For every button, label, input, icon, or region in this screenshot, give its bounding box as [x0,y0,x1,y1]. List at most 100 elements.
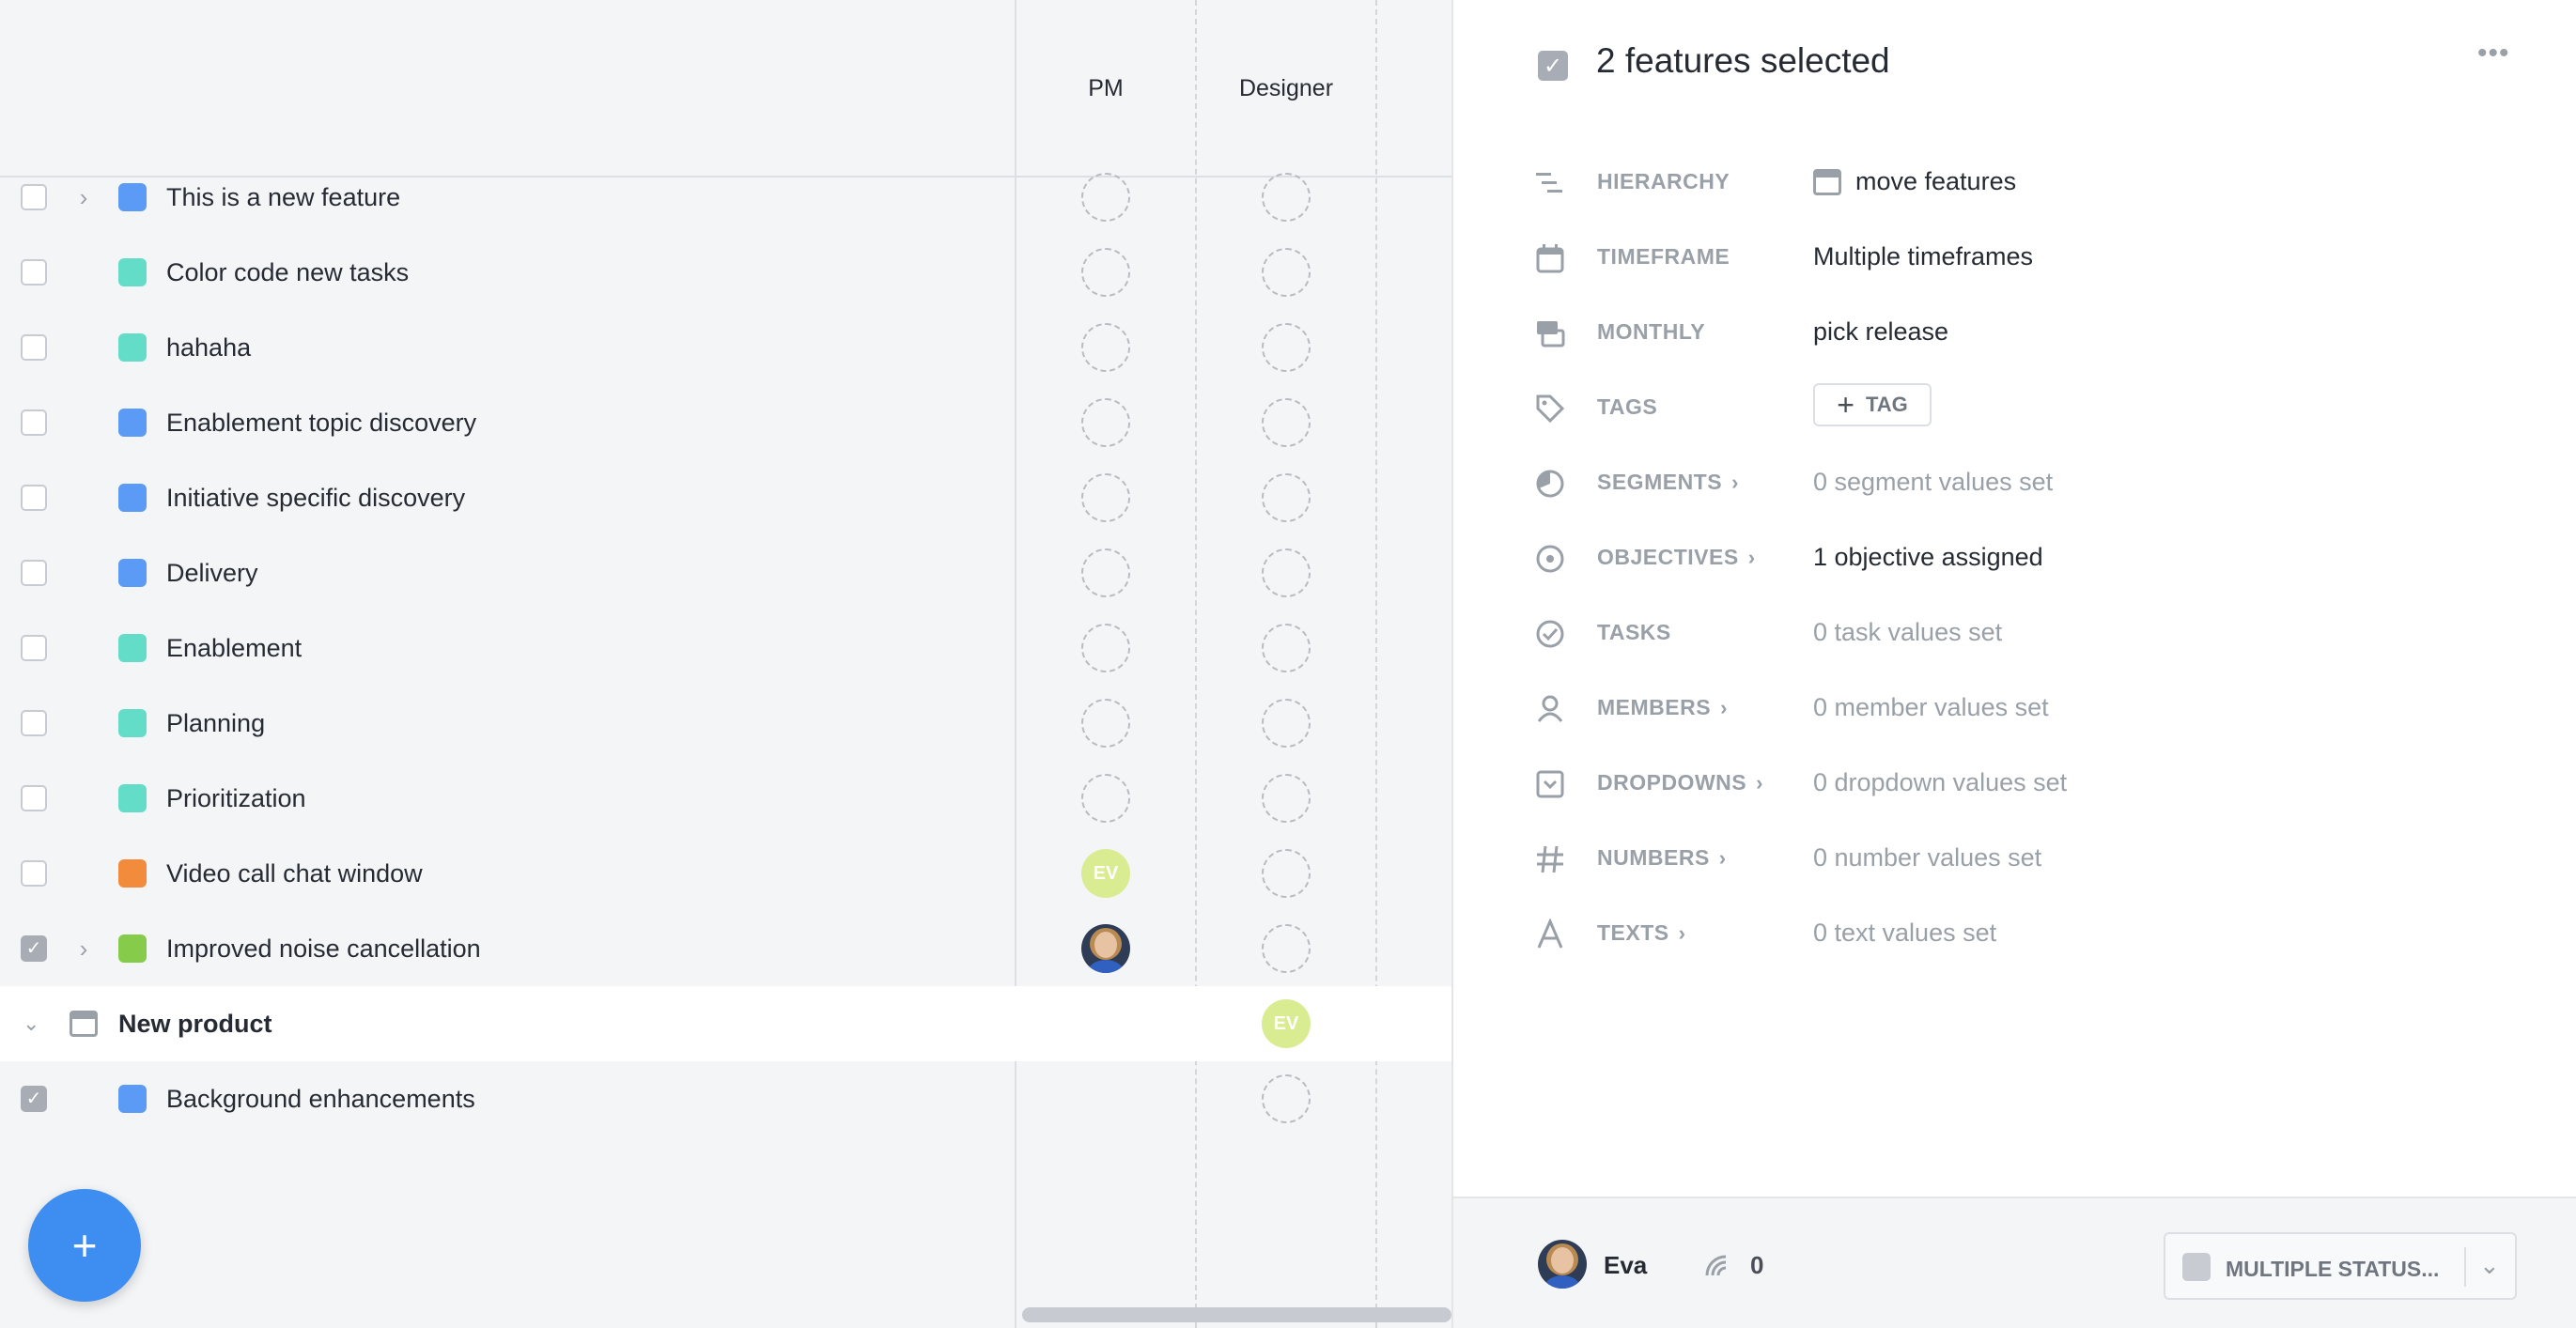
property-value-hierarchy[interactable]: move features [1855,167,2016,196]
table-row[interactable]: › This is a new feature [0,160,1451,235]
assign-member-slot[interactable] [1262,699,1311,748]
row-checkbox[interactable] [21,860,47,887]
feature-title[interactable]: Prioritization [166,784,306,813]
feature-title[interactable]: Enablement [166,634,302,663]
select-all-checkbox[interactable]: ✓ [1538,51,1568,81]
row-checkbox[interactable] [21,259,47,286]
table-row[interactable]: Color code new tasks [0,235,1451,310]
assign-member-slot[interactable] [1262,473,1311,522]
feature-title[interactable]: Delivery [166,559,258,588]
chevron-right-icon[interactable]: › [73,185,94,209]
property-value-monthly[interactable]: pick release [1813,317,1948,347]
status-dropdown[interactable]: MULTIPLE STATUS... ⌄ [2164,1232,2517,1300]
property-label[interactable]: OBJECTIVES › [1597,545,1756,570]
property-label[interactable]: NUMBERS › [1597,845,1727,871]
property-value-timeframe[interactable]: Multiple timeframes [1813,242,2033,271]
assign-member-slot[interactable] [1081,548,1130,597]
row-checkbox[interactable]: ✓ [21,1086,47,1112]
assign-member-slot[interactable] [1081,173,1130,222]
property-value-objectives[interactable]: 1 objective assigned [1813,543,2043,572]
assign-member-slot[interactable] [1262,924,1311,973]
property-label[interactable]: TEXTS › [1597,920,1685,946]
chevron-right-icon[interactable]: › [1720,696,1728,719]
group-row[interactable]: ⌄ New product EV [0,986,1451,1061]
assign-member-slot[interactable] [1081,248,1130,297]
assign-member-slot[interactable] [1081,398,1130,447]
assign-member-slot[interactable] [1081,624,1130,672]
row-checkbox[interactable] [21,710,47,736]
feature-title[interactable]: hahaha [166,333,251,363]
add-button[interactable]: + [28,1189,141,1302]
row-checkbox[interactable] [21,635,47,661]
chevron-down-icon[interactable]: ⌄ [2479,1251,2500,1280]
table-row[interactable]: Video call chat window EV [0,836,1451,911]
avatar[interactable] [1081,924,1130,973]
feature-title[interactable]: Improved noise cancellation [166,934,481,964]
assign-member-slot[interactable] [1262,624,1311,672]
feature-title[interactable]: Color code new tasks [166,258,409,287]
row-checkbox[interactable]: ✓ [21,935,47,962]
row-checkbox[interactable] [21,560,47,586]
table-row[interactable]: Enablement topic discovery [0,385,1451,460]
avatar[interactable] [1538,1240,1587,1289]
column-header-pm[interactable]: PM [1016,0,1195,177]
assign-member-slot[interactable] [1081,774,1130,823]
row-checkbox[interactable] [21,485,47,511]
property-row-objectives: OBJECTIVES › 1 objective assigned [1453,528,2576,584]
avatar-initials[interactable]: EV [1262,999,1311,1048]
chevron-right-icon[interactable]: › [1719,846,1727,870]
property-value-texts[interactable]: 0 text values set [1813,919,1996,948]
chevron-right-icon[interactable]: › [1731,471,1739,494]
property-label[interactable]: MEMBERS › [1597,695,1728,720]
row-checkbox[interactable] [21,184,47,210]
table-row[interactable]: ✓ › Improved noise cancellation [0,911,1451,986]
avatar-initials[interactable]: EV [1081,849,1130,898]
feature-title[interactable]: Planning [166,709,265,738]
chevron-right-icon[interactable]: › [1679,921,1686,945]
chevron-right-icon[interactable]: › [73,936,94,961]
chevron-right-icon[interactable]: › [1756,771,1763,795]
property-label[interactable]: DROPDOWNS › [1597,770,1763,795]
property-value-tasks[interactable]: 0 task values set [1813,618,2002,647]
numbers-icon [1534,843,1566,875]
horizontal-scrollbar[interactable] [1022,1307,1451,1322]
table-row[interactable]: Prioritization [0,761,1451,836]
assign-member-slot[interactable] [1081,323,1130,372]
feature-title[interactable]: This is a new feature [166,183,400,212]
property-value-segments[interactable]: 0 segment values set [1813,468,2053,497]
assign-member-slot[interactable] [1262,548,1311,597]
chevron-right-icon[interactable]: › [1748,546,1756,569]
row-checkbox[interactable] [21,334,47,361]
property-value-numbers[interactable]: 0 number values set [1813,843,2041,872]
chevron-down-icon[interactable]: ⌄ [23,1011,39,1036]
row-checkbox[interactable] [21,785,47,811]
property-label[interactable]: SEGMENTS › [1597,470,1739,495]
row-checkbox[interactable] [21,409,47,436]
assign-member-slot[interactable] [1081,699,1130,748]
add-tag-button[interactable]: + TAG [1813,383,1932,426]
assign-member-slot[interactable] [1262,323,1311,372]
assign-member-slot[interactable] [1081,473,1130,522]
feature-title[interactable]: Video call chat window [166,859,423,888]
more-options-icon[interactable]: ••• [2477,38,2510,69]
assign-member-slot[interactable] [1262,398,1311,447]
property-value-dropdowns[interactable]: 0 dropdown values set [1813,768,2067,797]
table-row[interactable]: Planning [0,686,1451,761]
assign-member-slot[interactable] [1262,248,1311,297]
group-title[interactable]: New product [118,1010,272,1039]
table-row[interactable]: Delivery [0,535,1451,610]
property-label-text: TIMEFRAME [1597,244,1730,269]
table-row[interactable]: Initiative specific discovery [0,460,1451,535]
table-row[interactable]: hahaha [0,310,1451,385]
feature-title[interactable]: Enablement topic discovery [166,409,476,438]
assign-member-slot[interactable] [1262,1074,1311,1123]
column-header-designer[interactable]: Designer [1197,0,1375,177]
assign-member-slot[interactable] [1262,774,1311,823]
table-row[interactable]: Enablement [0,610,1451,686]
assign-member-slot[interactable] [1262,173,1311,222]
assign-member-slot[interactable] [1262,849,1311,898]
property-value-members[interactable]: 0 member values set [1813,693,2049,722]
feature-title[interactable]: Background enhancements [166,1085,475,1114]
table-row[interactable]: ✓ Background enhancements [0,1061,1451,1136]
feature-title[interactable]: Initiative specific discovery [166,484,465,513]
